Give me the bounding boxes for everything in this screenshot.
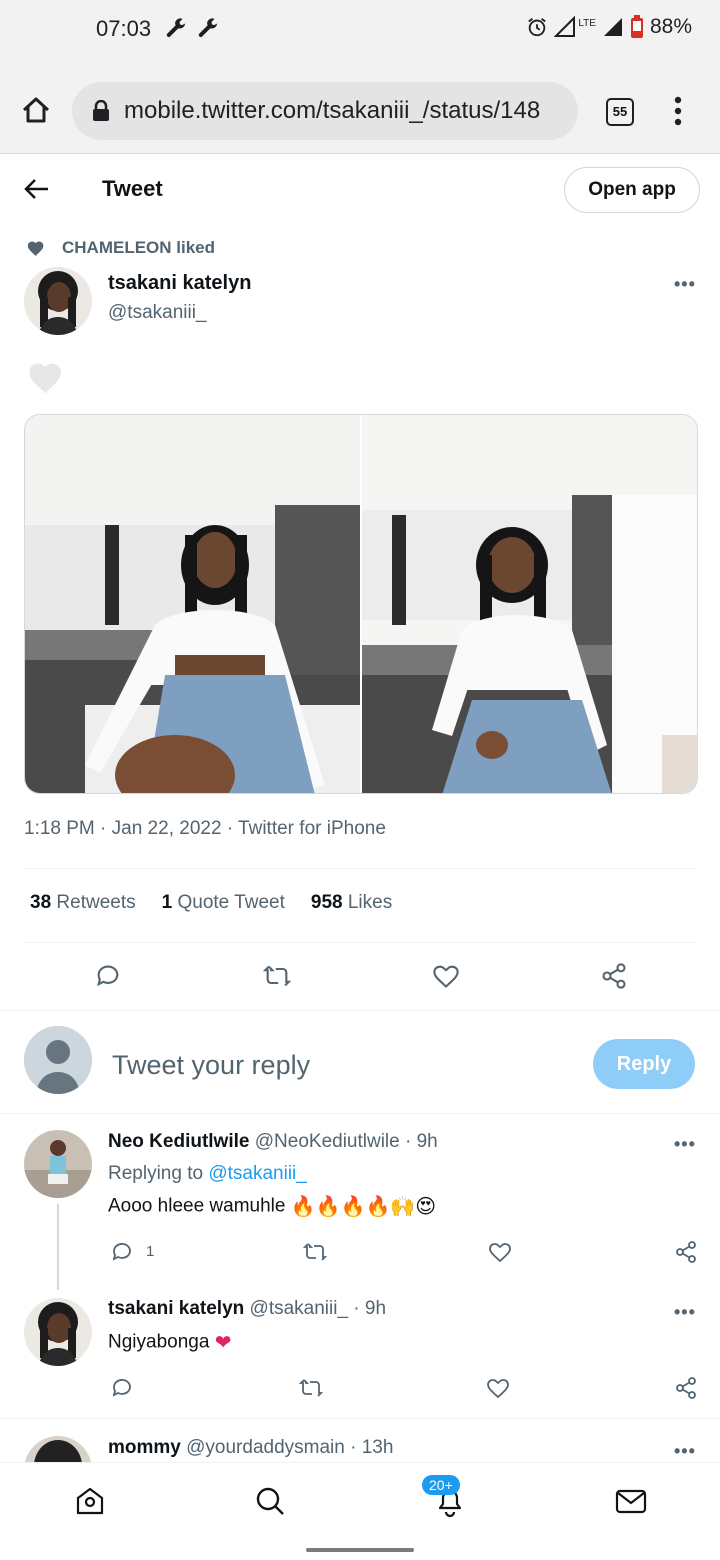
open-app-button[interactable]: Open app <box>564 167 700 213</box>
retweets-count: 38 <box>30 892 52 913</box>
replying-to-link[interactable]: @tsakaniii_ <box>208 1163 307 1184</box>
alarm-icon <box>528 18 547 37</box>
reply-text: Ngiyabonga ❤ <box>108 1330 231 1355</box>
share-icon[interactable] <box>674 1376 698 1400</box>
quotes-stat[interactable]: 1 Quote Tweet <box>162 892 285 914</box>
tweet-photo[interactable] <box>362 415 697 793</box>
lock-icon <box>93 100 109 121</box>
reply-handle-time[interactable]: @NeoKediutlwile · 9h <box>255 1131 438 1152</box>
divider <box>24 942 698 943</box>
status-bar: 07:03 LTE 88% <box>0 0 720 62</box>
reply-text-body: Aooo hleee wamuhle <box>108 1195 286 1217</box>
heart-icon <box>29 363 61 394</box>
tweet-timestamp[interactable]: 1:18 PM · Jan 22, 2022 · Twitter for iPh… <box>24 818 386 840</box>
author-avatar[interactable] <box>24 267 92 335</box>
reply-more-icon[interactable]: ••• <box>674 1134 696 1155</box>
author-name[interactable]: tsakani katelyn <box>108 272 251 295</box>
network-type-label: LTE <box>578 17 596 29</box>
battery-icon <box>630 15 643 38</box>
browser-toolbar: mobile.twitter.com/tsakaniii_/status/148… <box>0 62 720 154</box>
wrench-icon <box>166 18 185 37</box>
wrench-icon <box>198 18 217 37</box>
reply-author-name[interactable]: Neo Kediutlwile <box>108 1131 249 1152</box>
status-notification-icons <box>164 15 220 41</box>
signal-icon <box>603 18 622 36</box>
tweet-media-grid <box>24 414 698 794</box>
share-icon[interactable] <box>600 962 628 990</box>
reply-handle-time[interactable]: @tsakaniii_ · 9h <box>250 1298 387 1319</box>
reply-button[interactable]: Reply <box>593 1039 695 1089</box>
reply-text: Aooo hleee wamuhle 🔥🔥🔥🔥🙌😍 <box>108 1194 436 1219</box>
retweet-icon[interactable] <box>302 1240 328 1264</box>
replying-to: Replying to @tsakaniii_ <box>108 1163 307 1185</box>
retweet-icon[interactable] <box>298 1376 324 1400</box>
bottom-navigation: 20+ <box>0 1462 720 1536</box>
reply-header: tsakani katelyn @tsakaniii_ · 9h <box>108 1298 386 1320</box>
home-icon[interactable] <box>74 1485 106 1517</box>
like-icon[interactable] <box>486 1376 510 1400</box>
tweet-actions <box>0 962 720 992</box>
tweet-more-icon[interactable]: ••• <box>674 274 696 295</box>
likes-label: Likes <box>347 892 393 913</box>
reply-avatar[interactable] <box>24 1298 92 1366</box>
reply-count: 1 <box>146 1243 155 1260</box>
thread-line <box>57 1204 59 1290</box>
reply-more-icon[interactable]: ••• <box>674 1441 696 1462</box>
reply-avatar[interactable] <box>24 1130 92 1198</box>
quotes-count: 1 <box>161 892 173 913</box>
fire-emoji: 🔥🔥🔥🔥🙌😍 <box>290 1196 437 1218</box>
tweet-page-header: Tweet Open app <box>0 154 720 224</box>
divider <box>0 1418 720 1419</box>
reply-header: Neo Kediutlwile @NeoKediutlwile · 9h <box>108 1131 438 1153</box>
status-time: 07:03 <box>96 16 152 41</box>
notifications-badge: 20+ <box>422 1475 460 1495</box>
address-bar[interactable]: mobile.twitter.com/tsakaniii_/status/148 <box>72 82 578 140</box>
signal-icon <box>554 16 576 37</box>
reply-input[interactable]: Tweet your reply <box>112 1050 310 1081</box>
likes-stat[interactable]: 958 Likes <box>311 892 392 914</box>
reply-composer: Tweet your reply Reply <box>0 1010 720 1114</box>
likes-count: 958 <box>310 892 343 913</box>
home-icon[interactable] <box>20 94 52 126</box>
user-avatar <box>24 1026 92 1094</box>
reply-icon[interactable] <box>110 1376 134 1400</box>
reply-icon[interactable] <box>94 962 122 990</box>
search-icon[interactable] <box>254 1485 286 1517</box>
retweets-stat[interactable]: 38 Retweets <box>30 892 136 914</box>
url-text: mobile.twitter.com/tsakaniii_/status/148 <box>124 97 541 124</box>
share-icon[interactable] <box>674 1240 698 1264</box>
reply-more-icon[interactable]: ••• <box>674 1302 696 1323</box>
like-icon[interactable] <box>488 1240 512 1264</box>
back-arrow-icon[interactable] <box>24 178 50 200</box>
like-icon[interactable] <box>432 962 460 990</box>
replying-to-prefix: Replying to <box>108 1163 209 1184</box>
reply-text-body: Ngiyabonga <box>108 1331 210 1353</box>
page-title: Tweet <box>102 176 163 201</box>
red-heart-emoji: ❤ <box>214 1332 232 1354</box>
heart-icon <box>27 241 44 257</box>
divider <box>24 868 698 869</box>
retweets-label: Retweets <box>56 892 136 913</box>
gesture-bar <box>306 1548 414 1552</box>
reply-author-name[interactable]: mommy <box>108 1437 181 1458</box>
author-handle[interactable]: @tsakaniii_ <box>108 302 207 324</box>
retweet-icon[interactable] <box>262 962 292 990</box>
tab-switcher-button[interactable]: 55 <box>606 98 634 126</box>
social-context: CHAMELEON liked <box>26 238 215 258</box>
quotes-label: Quote Tweet <box>177 892 285 913</box>
reply-icon[interactable] <box>110 1240 134 1264</box>
reply-handle-time[interactable]: @yourdaddysmain · 13h <box>186 1437 393 1458</box>
battery-percentage: 88% <box>649 15 692 38</box>
social-context-text: CHAMELEON liked <box>62 238 216 257</box>
overflow-menu-icon[interactable] <box>670 96 686 126</box>
tweet-stats: 38 Retweets 1 Quote Tweet 958 Likes <box>30 892 392 914</box>
messages-icon[interactable] <box>614 1485 648 1517</box>
tweet-photo[interactable] <box>25 415 360 793</box>
reply-header: mommy @yourdaddysmain · 13h <box>108 1437 393 1459</box>
status-system-icons: LTE 88% <box>526 15 692 39</box>
reply-author-name[interactable]: tsakani katelyn <box>108 1298 244 1319</box>
